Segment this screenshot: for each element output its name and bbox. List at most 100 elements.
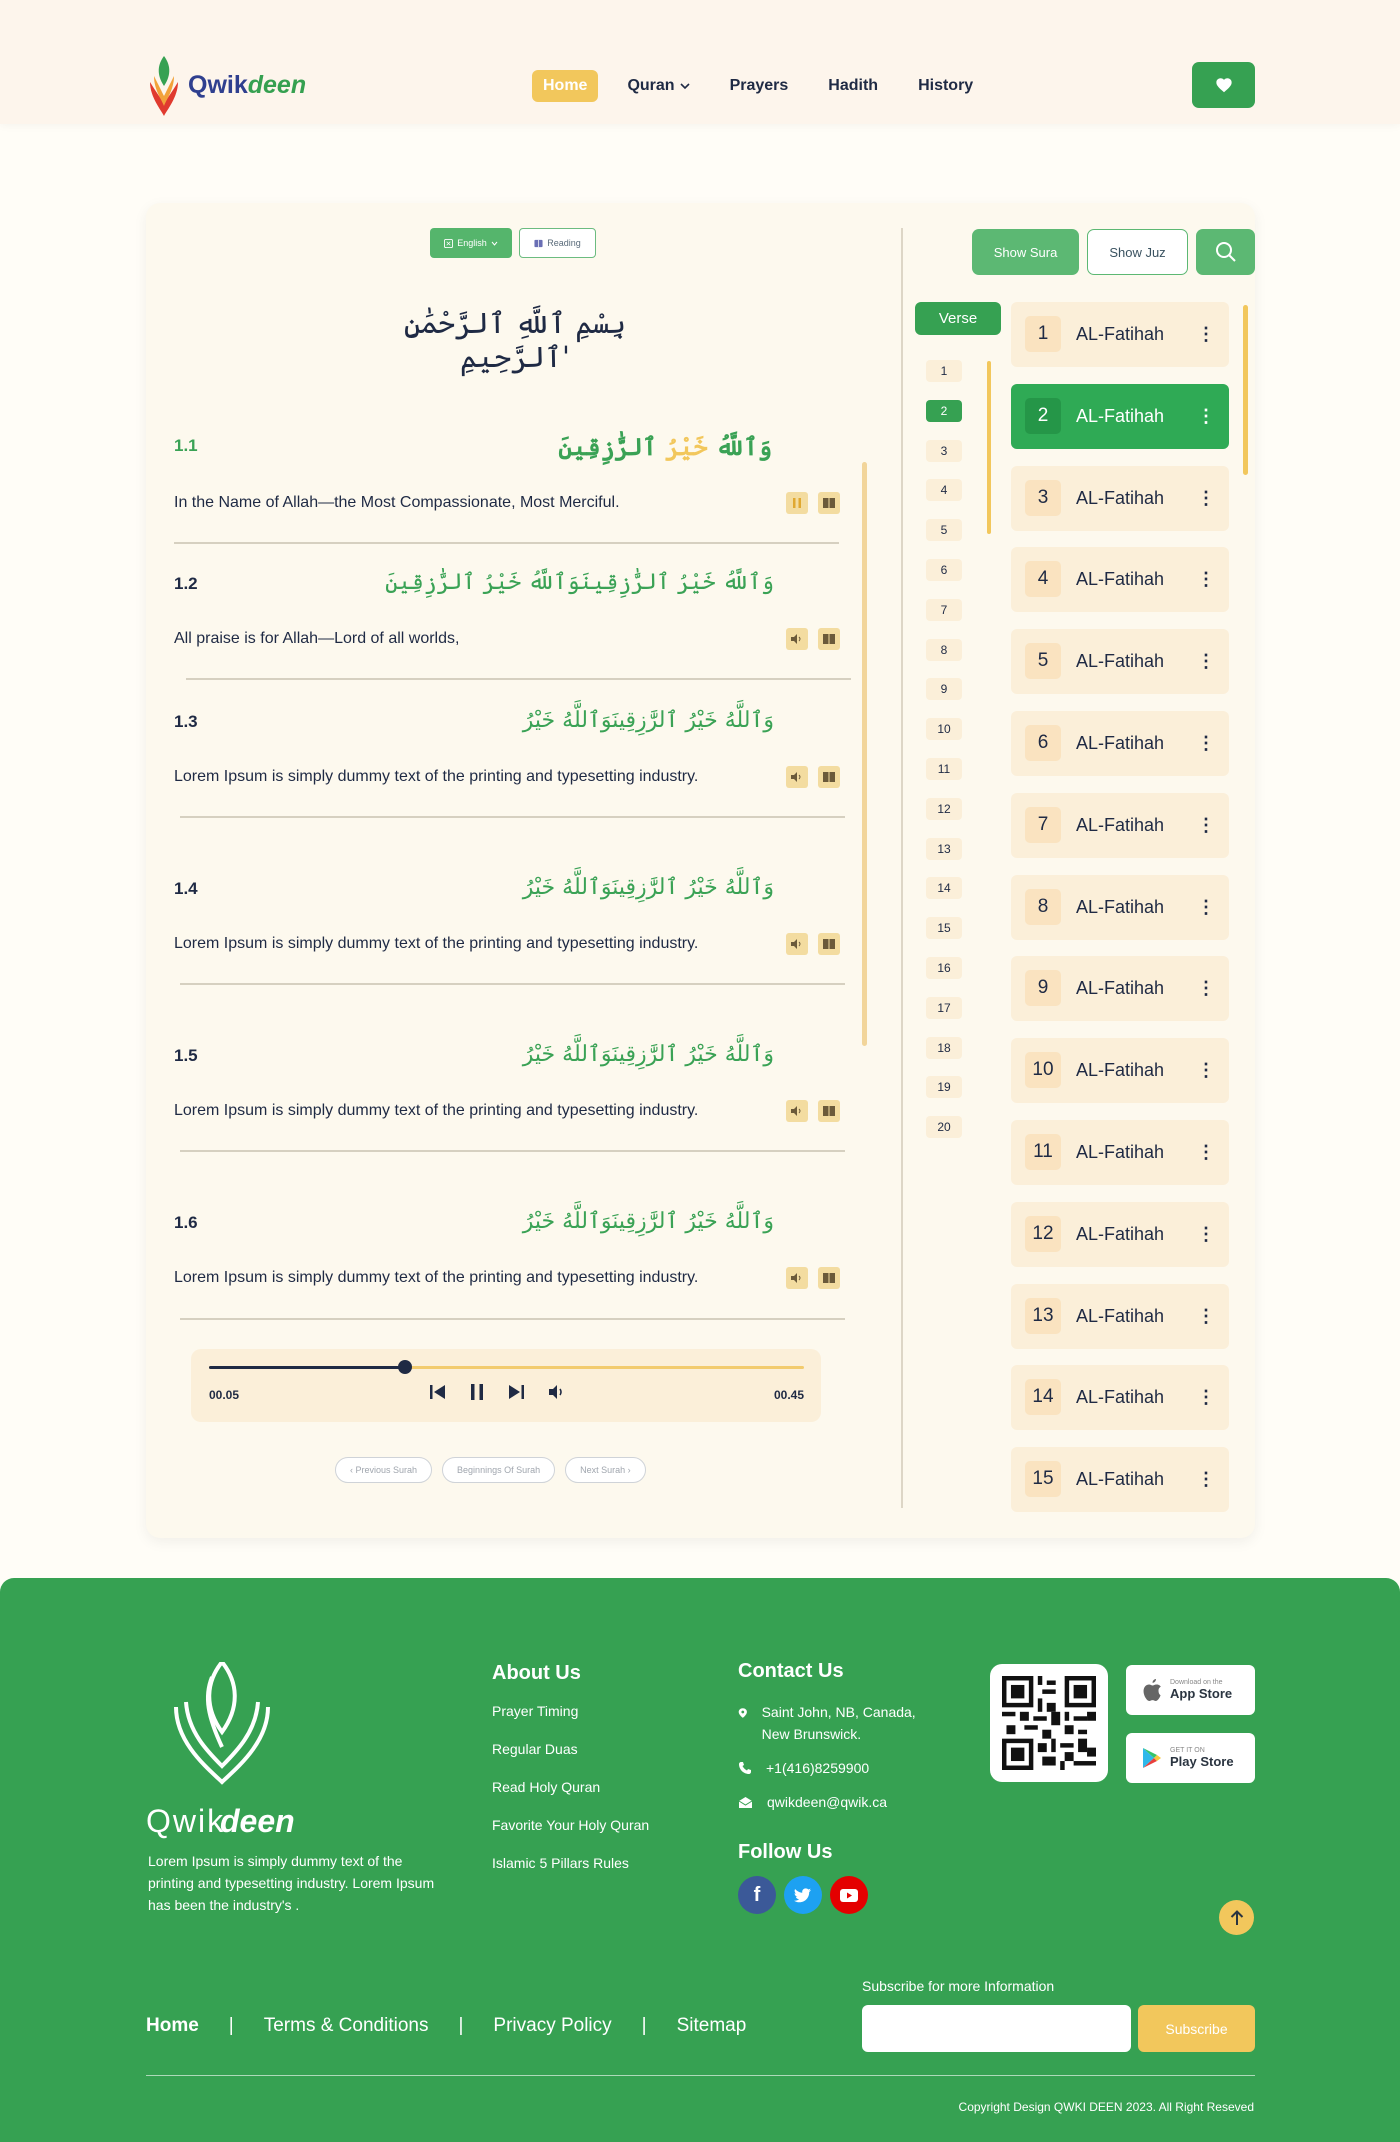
more-options-icon[interactable]: ⋮ xyxy=(1197,1060,1215,1081)
subscribe-button[interactable]: Subscribe xyxy=(1138,2005,1255,2052)
play-audio-button[interactable] xyxy=(786,1100,808,1122)
verse-number-item[interactable]: 15 xyxy=(926,917,962,940)
show-sura-button[interactable]: Show Sura xyxy=(972,229,1079,275)
scroll-to-top-button[interactable] xyxy=(1219,1900,1254,1935)
more-options-icon[interactable]: ⋮ xyxy=(1197,1469,1215,1490)
verse-number-item[interactable]: 4 xyxy=(926,479,962,502)
sura-item[interactable]: 15 AL-Fatihah ⋮ xyxy=(1011,1447,1229,1513)
bookmark-button[interactable] xyxy=(818,933,840,955)
next-surah-button[interactable]: Next Surah › xyxy=(565,1457,646,1483)
verse-number-item[interactable]: 20 xyxy=(926,1116,962,1139)
verse-number-item[interactable]: 3 xyxy=(926,439,962,462)
nav-history[interactable]: History xyxy=(907,70,984,102)
volume-icon[interactable] xyxy=(548,1384,566,1400)
reading-mode-button[interactable]: Reading xyxy=(519,228,596,258)
play-audio-button[interactable] xyxy=(786,933,808,955)
favorites-button[interactable] xyxy=(1192,62,1255,108)
verse-number-item[interactable]: 19 xyxy=(926,1076,962,1099)
sura-item[interactable]: 9 AL-Fatihah ⋮ xyxy=(1011,956,1229,1022)
more-options-icon[interactable]: ⋮ xyxy=(1197,978,1215,999)
play-audio-button[interactable] xyxy=(786,766,808,788)
verse-list-scrollbar[interactable] xyxy=(987,361,991,534)
verse-number-item[interactable]: 11 xyxy=(926,757,962,780)
footer-nav-home[interactable]: Home xyxy=(146,2015,199,2037)
nav-hadith[interactable]: Hadith xyxy=(817,70,889,102)
sura-item[interactable]: 8 AL-Fatihah ⋮ xyxy=(1011,874,1229,940)
sura-item[interactable]: 6 AL-Fatihah ⋮ xyxy=(1011,710,1229,776)
more-options-icon[interactable]: ⋮ xyxy=(1197,1224,1215,1245)
more-options-icon[interactable]: ⋮ xyxy=(1197,815,1215,836)
footer-link[interactable]: Prayer Timing xyxy=(492,1703,649,1719)
verse-number-item[interactable]: 16 xyxy=(926,956,962,979)
verses-scrollbar[interactable] xyxy=(862,462,867,1046)
skip-next-icon[interactable] xyxy=(507,1383,525,1401)
bookmark-button[interactable] xyxy=(818,628,840,650)
verse-number-item[interactable]: 5 xyxy=(926,519,962,542)
verse-number-item[interactable]: 13 xyxy=(926,837,962,860)
more-options-icon[interactable]: ⋮ xyxy=(1197,488,1215,509)
play-audio-button[interactable] xyxy=(786,628,808,650)
sura-item[interactable]: 10 AL-Fatihah ⋮ xyxy=(1011,1038,1229,1104)
verse-number-item[interactable]: 1 xyxy=(926,360,962,382)
footer-link[interactable]: Regular Duas xyxy=(492,1741,649,1757)
verse-tab[interactable]: Verse xyxy=(915,302,1001,335)
footer-link[interactable]: Islamic 5 Pillars Rules xyxy=(492,1855,649,1871)
sura-item[interactable]: 3 AL-Fatihah ⋮ xyxy=(1011,465,1229,531)
sura-item[interactable]: 4 AL-Fatihah ⋮ xyxy=(1011,547,1229,613)
bookmark-button[interactable] xyxy=(818,1100,840,1122)
verse-number-item[interactable]: 10 xyxy=(926,718,962,741)
footer-nav-terms[interactable]: Terms & Conditions xyxy=(264,2015,429,2037)
language-select[interactable]: English xyxy=(430,228,512,258)
bookmark-button[interactable] xyxy=(818,1267,840,1289)
more-options-icon[interactable]: ⋮ xyxy=(1197,651,1215,672)
verse-number-item[interactable]: 17 xyxy=(926,996,962,1019)
sura-item[interactable]: 2 AL-Fatihah ⋮ xyxy=(1011,383,1229,449)
more-options-icon[interactable]: ⋮ xyxy=(1197,733,1215,754)
sura-item[interactable]: 14 AL-Fatihah ⋮ xyxy=(1011,1365,1229,1431)
footer-nav-sitemap[interactable]: Sitemap xyxy=(677,2015,747,2037)
more-options-icon[interactable]: ⋮ xyxy=(1197,1306,1215,1327)
footer-logo[interactable]: Qwik deen xyxy=(146,1660,298,1847)
verse-number-item[interactable]: 7 xyxy=(926,598,962,621)
more-options-icon[interactable]: ⋮ xyxy=(1197,1387,1215,1408)
subscribe-email-input[interactable] xyxy=(862,2005,1131,2052)
youtube-icon[interactable] xyxy=(830,1876,868,1914)
contact-email[interactable]: qwikdeen@qwik.ca xyxy=(738,1791,938,1813)
twitter-icon[interactable] xyxy=(784,1876,822,1914)
sura-item[interactable]: 11 AL-Fatihah ⋮ xyxy=(1011,1119,1229,1185)
more-options-icon[interactable]: ⋮ xyxy=(1197,569,1215,590)
bookmark-button[interactable] xyxy=(818,492,840,514)
previous-surah-button[interactable]: ‹ Previous Surah xyxy=(335,1457,433,1483)
verse-number-item[interactable]: 14 xyxy=(926,877,962,900)
more-options-icon[interactable]: ⋮ xyxy=(1197,897,1215,918)
footer-nav-privacy[interactable]: Privacy Policy xyxy=(493,2015,611,2037)
nav-quran[interactable]: Quran xyxy=(616,70,700,102)
footer-link[interactable]: Favorite Your Holy Quran xyxy=(492,1817,649,1833)
sura-item[interactable]: 1 AL-Fatihah ⋮ xyxy=(1011,302,1229,367)
more-options-icon[interactable]: ⋮ xyxy=(1197,324,1215,345)
beginning-of-surah-button[interactable]: Beginnings Of Surah xyxy=(442,1457,556,1483)
verse-number-item[interactable]: 18 xyxy=(926,1036,962,1059)
show-juz-button[interactable]: Show Juz xyxy=(1087,229,1188,275)
pause-icon[interactable] xyxy=(470,1383,484,1401)
verse-number-item[interactable]: 8 xyxy=(926,638,962,661)
pause-button[interactable] xyxy=(786,492,808,514)
search-button[interactable] xyxy=(1196,229,1255,275)
site-logo[interactable]: Qwikdeen xyxy=(146,52,306,118)
sura-item[interactable]: 7 AL-Fatihah ⋮ xyxy=(1011,792,1229,858)
sura-item[interactable]: 5 AL-Fatihah ⋮ xyxy=(1011,629,1229,695)
app-store-button[interactable]: Download on the App Store xyxy=(1126,1665,1255,1715)
verse-number-item[interactable]: 6 xyxy=(926,558,962,581)
verse-number-item[interactable]: 12 xyxy=(926,797,962,820)
bookmark-button[interactable] xyxy=(818,766,840,788)
sura-item[interactable]: 12 AL-Fatihah ⋮ xyxy=(1011,1201,1229,1267)
contact-phone[interactable]: +1(416)8259900 xyxy=(738,1757,938,1779)
verse-number-item[interactable]: 2 xyxy=(926,399,962,422)
more-options-icon[interactable]: ⋮ xyxy=(1197,1142,1215,1163)
footer-link[interactable]: Read Holy Quran xyxy=(492,1779,649,1795)
skip-previous-icon[interactable] xyxy=(429,1383,447,1401)
audio-progress-handle[interactable] xyxy=(398,1360,413,1374)
nav-prayers[interactable]: Prayers xyxy=(719,70,800,102)
play-audio-button[interactable] xyxy=(786,1267,808,1289)
verse-number-item[interactable]: 9 xyxy=(926,678,962,701)
